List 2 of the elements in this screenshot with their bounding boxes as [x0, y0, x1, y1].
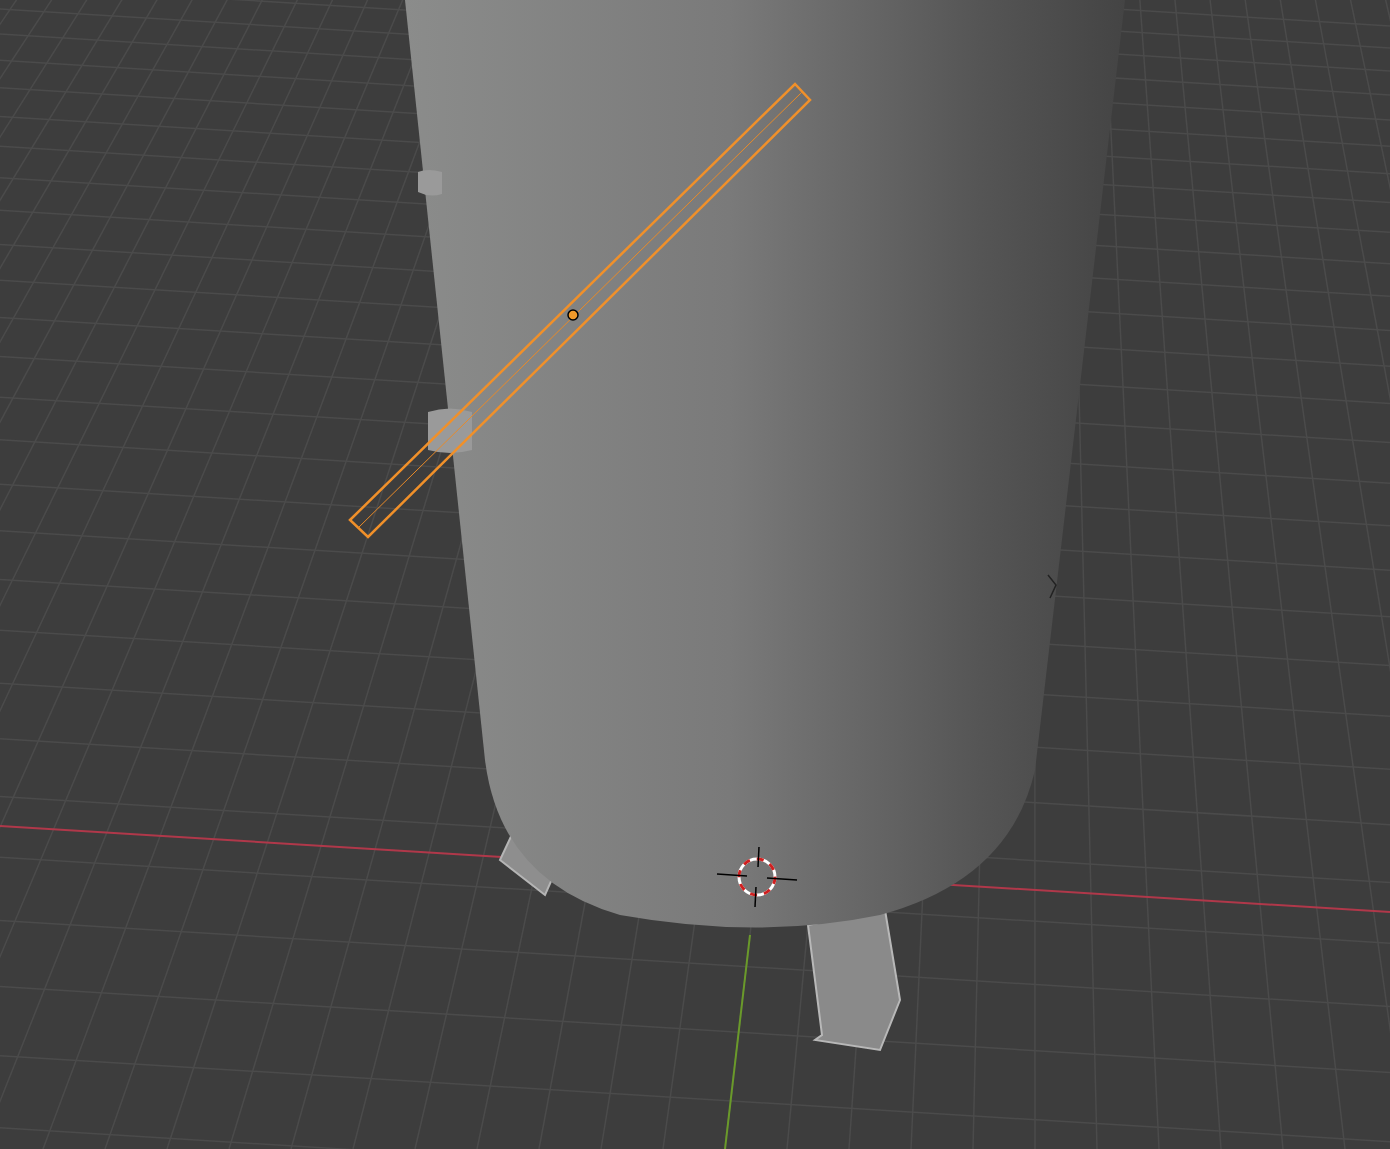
origin-dot — [567, 309, 579, 321]
3d-cursor-icon — [716, 846, 798, 908]
